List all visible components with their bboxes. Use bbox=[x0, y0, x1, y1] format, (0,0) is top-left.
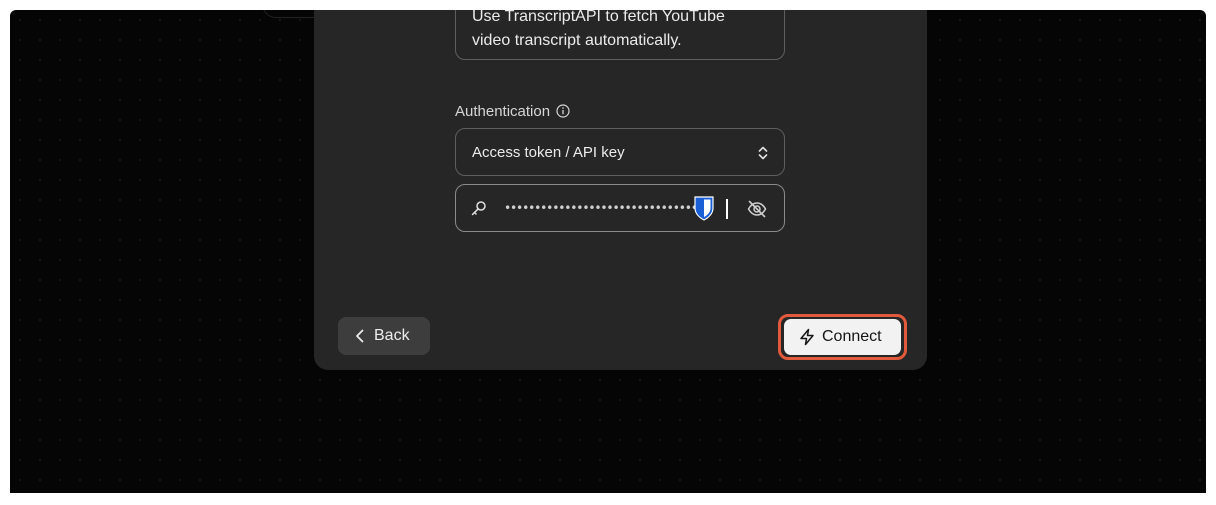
authentication-label: Authentication bbox=[455, 102, 551, 120]
back-label: Back bbox=[374, 327, 410, 344]
connect-label: Connect bbox=[822, 328, 882, 345]
chevron-up-down-icon bbox=[758, 146, 768, 160]
key-icon bbox=[471, 201, 486, 216]
description-line-1: Use TranscriptAPI to fetch YouTube bbox=[472, 10, 725, 25]
eye-off-icon[interactable] bbox=[746, 198, 768, 220]
api-key-masked-value: ••••••••••••••••••••••••••••••••••••••••… bbox=[504, 201, 699, 215]
auth-method-value: Access token / API key bbox=[472, 143, 625, 161]
info-icon[interactable] bbox=[556, 104, 570, 118]
connect-dialog: Use TranscriptAPI to fetch YouTube video… bbox=[314, 10, 927, 370]
back-button[interactable]: Back bbox=[338, 317, 430, 355]
auth-method-select[interactable]: Access token / API key bbox=[455, 128, 785, 176]
connect-button[interactable]: Connect bbox=[784, 319, 901, 355]
lightning-icon bbox=[800, 328, 814, 346]
text-caret bbox=[726, 199, 728, 219]
description-field[interactable]: Use TranscriptAPI to fetch YouTube video… bbox=[455, 10, 785, 60]
api-key-input[interactable]: ••••••••••••••••••••••••••••••••••••••••… bbox=[455, 184, 785, 232]
password-manager-icon[interactable] bbox=[693, 195, 715, 221]
canvas-backdrop: Use TranscriptAPI to fetch YouTube video… bbox=[10, 10, 1206, 493]
chevron-left-icon bbox=[356, 329, 364, 343]
description-line-2: video transcript automatically. bbox=[472, 32, 682, 49]
authentication-label-row: Authentication bbox=[455, 101, 570, 121]
